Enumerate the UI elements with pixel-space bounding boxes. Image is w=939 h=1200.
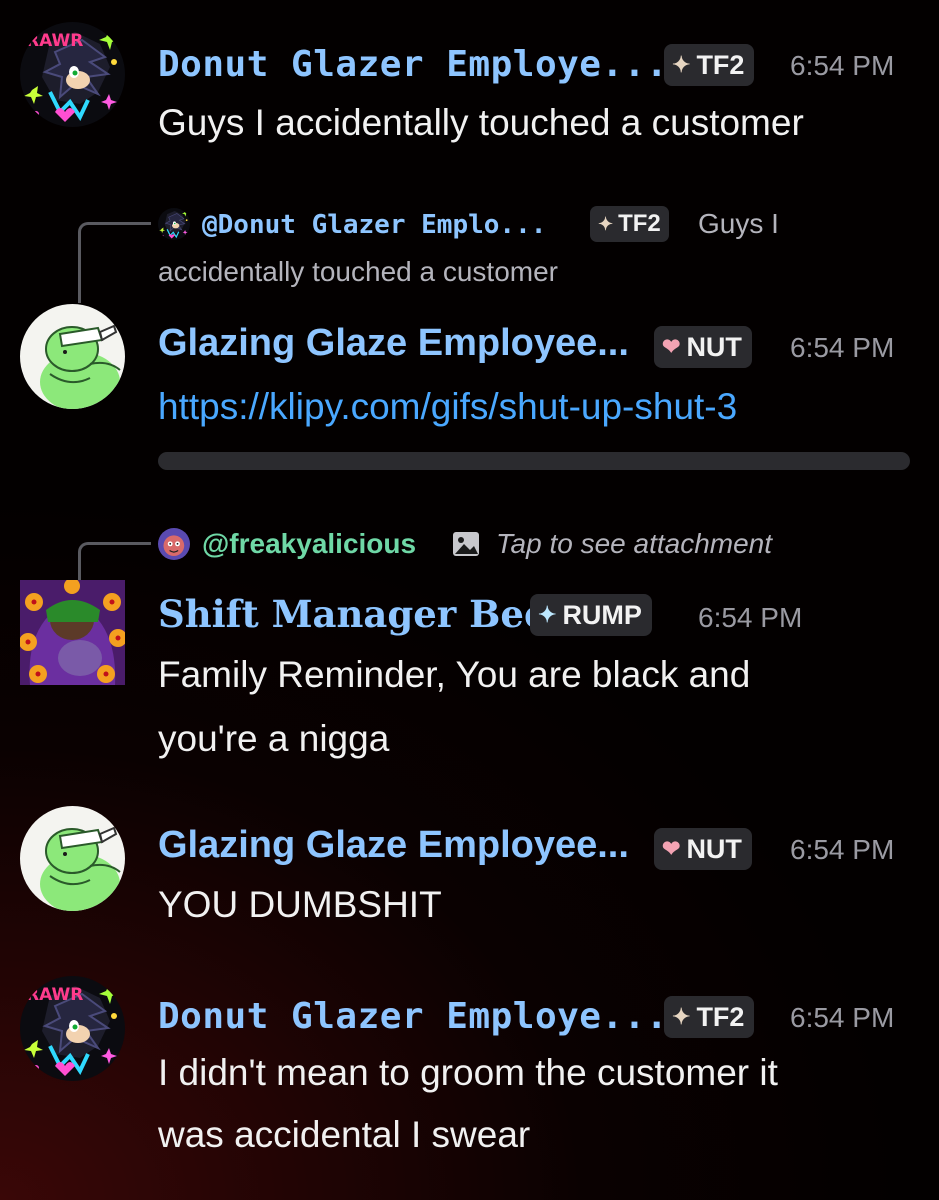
diamond-sparkle-icon: ✦: [672, 52, 691, 77]
role-tag[interactable]: ❤ NUT: [654, 326, 752, 368]
reply-mention[interactable]: @freakyalicious: [202, 528, 416, 560]
role-tag[interactable]: ✦ TF2: [664, 996, 755, 1038]
avatar-rawr-text: RAWR: [26, 31, 83, 51]
reply-avatar: [158, 208, 190, 240]
role-tag[interactable]: ✦ RUMP: [530, 594, 652, 636]
user-avatar[interactable]: [20, 806, 125, 911]
role-tag-label: RUMP: [562, 599, 642, 630]
user-avatar[interactable]: [19, 578, 127, 685]
author-name[interactable]: Glazing Glaze Employee...: [158, 824, 629, 867]
message-text: YOU DUMBSHIT: [158, 884, 442, 925]
timestamp: 6:54 PM: [698, 602, 803, 633]
timestamp: 6:54 PM: [790, 834, 895, 865]
message-text-line2: you're a nigga: [158, 718, 390, 759]
message-text: Family Reminder, You are black and: [158, 654, 751, 695]
author-name[interactable]: Donut Glazer Employe...: [158, 44, 668, 85]
role-tag-label: NUT: [686, 331, 742, 362]
message-link[interactable]: https://klipy.com/gifs/shut-up-shut-3: [158, 378, 737, 436]
message-text: Guys I accidentally touched a customer: [158, 102, 804, 143]
author-name[interactable]: Shift Manager Beef: [158, 592, 563, 636]
role-tag[interactable]: ✦ TF2: [664, 44, 755, 86]
author-name[interactable]: Glazing Glaze Employee...: [158, 322, 629, 365]
reply-preview[interactable]: Tap to see attachment: [496, 528, 772, 560]
timestamp: 6:54 PM: [790, 50, 895, 81]
heart-icon: ❤: [662, 334, 681, 359]
user-avatar[interactable]: RAWR: [20, 22, 125, 127]
reply-mention[interactable]: @Donut Glazer Emplo...: [202, 208, 546, 240]
reply-preview-cont[interactable]: accidentally touched a customer: [158, 256, 558, 288]
embed-placeholder[interactable]: [158, 452, 910, 470]
author-name[interactable]: Donut Glazer Employe...: [158, 996, 668, 1037]
role-tag-label: TF2: [696, 49, 745, 80]
reply-connector: [78, 222, 151, 303]
reply-preview[interactable]: Guys I: [698, 208, 779, 240]
diamond-sparkle-icon: ✦: [672, 1004, 691, 1029]
timestamp: 6:54 PM: [790, 1002, 895, 1033]
reply-avatar: [158, 528, 190, 560]
role-tag[interactable]: ❤ NUT: [654, 828, 752, 870]
message-text: I didn't mean to groom the customer it: [158, 1052, 778, 1093]
timestamp: 6:54 PM: [790, 332, 895, 363]
user-avatar[interactable]: RAWR: [20, 976, 125, 1081]
image-icon: [450, 528, 482, 560]
reply-role-tag: ✦ TF2: [590, 206, 669, 242]
heart-icon: ❤: [662, 836, 681, 861]
message-text-line2: was accidental I swear: [158, 1114, 531, 1155]
diamond-sparkle-icon: ✦: [538, 602, 557, 627]
role-tag-label: NUT: [686, 833, 742, 864]
user-avatar[interactable]: [20, 304, 125, 409]
role-tag-label: TF2: [696, 1001, 745, 1032]
diamond-sparkle-icon: ✦: [598, 213, 614, 234]
avatar-rawr-text: RAWR: [26, 985, 83, 1005]
